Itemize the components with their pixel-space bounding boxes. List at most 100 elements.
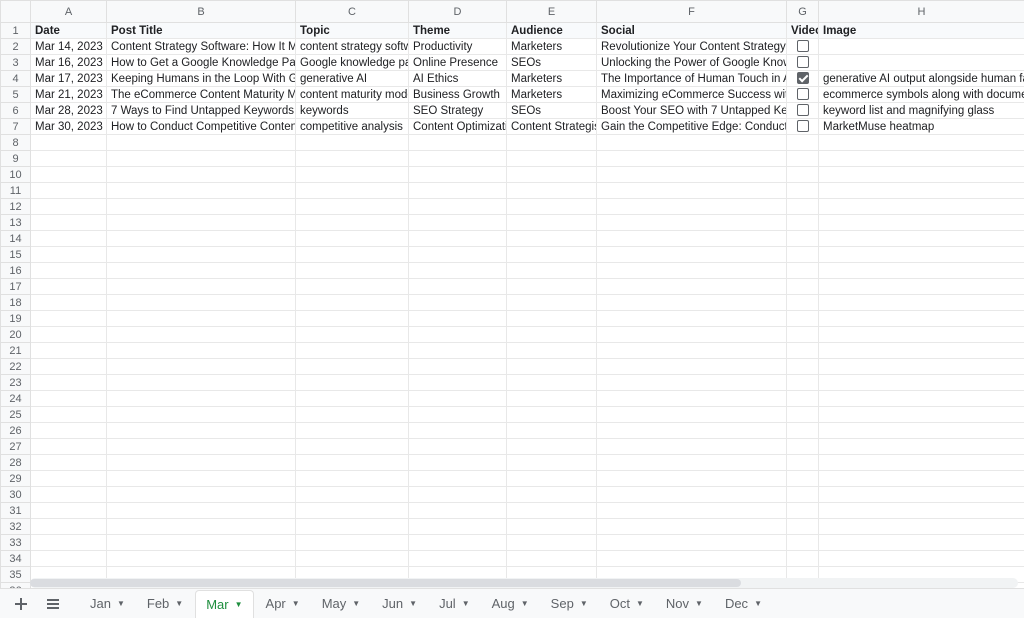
empty-cell[interactable] bbox=[296, 247, 409, 263]
column-header-a[interactable]: A bbox=[31, 1, 107, 23]
empty-cell[interactable] bbox=[31, 151, 107, 167]
empty-cell[interactable] bbox=[819, 487, 1024, 503]
video-checkbox[interactable] bbox=[797, 120, 809, 132]
empty-cell[interactable] bbox=[409, 535, 507, 551]
cell-video[interactable] bbox=[787, 103, 819, 119]
empty-cell[interactable] bbox=[597, 455, 787, 471]
empty-cell[interactable] bbox=[31, 279, 107, 295]
empty-cell[interactable] bbox=[107, 535, 296, 551]
sheet-tab-nov[interactable]: Nov▼ bbox=[656, 590, 713, 618]
empty-cell[interactable] bbox=[597, 423, 787, 439]
empty-cell[interactable] bbox=[31, 167, 107, 183]
empty-cell[interactable] bbox=[819, 343, 1024, 359]
empty-cell[interactable] bbox=[296, 391, 409, 407]
header-cell-theme[interactable]: Theme bbox=[409, 23, 507, 39]
empty-cell[interactable] bbox=[597, 487, 787, 503]
row-number[interactable]: 23 bbox=[1, 375, 31, 391]
empty-cell[interactable] bbox=[787, 231, 819, 247]
empty-cell[interactable] bbox=[409, 311, 507, 327]
empty-cell[interactable] bbox=[787, 375, 819, 391]
cell-audience[interactable]: Marketers bbox=[507, 39, 597, 55]
row-number[interactable]: 18 bbox=[1, 295, 31, 311]
empty-cell[interactable] bbox=[409, 391, 507, 407]
empty-cell[interactable] bbox=[819, 359, 1024, 375]
row-number[interactable]: 17 bbox=[1, 279, 31, 295]
header-cell-topic[interactable]: Topic bbox=[296, 23, 409, 39]
empty-cell[interactable] bbox=[296, 375, 409, 391]
empty-cell[interactable] bbox=[409, 519, 507, 535]
cell-post-title[interactable]: How to Conduct Competitive Content Anal bbox=[107, 119, 296, 135]
cell-topic[interactable]: generative AI bbox=[296, 71, 409, 87]
empty-cell[interactable] bbox=[296, 295, 409, 311]
empty-cell[interactable] bbox=[597, 439, 787, 455]
cell-audience[interactable]: Content Strategists bbox=[507, 119, 597, 135]
empty-cell[interactable] bbox=[296, 183, 409, 199]
row-number[interactable]: 27 bbox=[1, 439, 31, 455]
empty-cell[interactable] bbox=[507, 215, 597, 231]
row-number[interactable]: 34 bbox=[1, 551, 31, 567]
row-number[interactable]: 19 bbox=[1, 311, 31, 327]
row-number[interactable]: 3 bbox=[1, 55, 31, 71]
video-checkbox[interactable] bbox=[797, 104, 809, 116]
empty-cell[interactable] bbox=[107, 295, 296, 311]
cell-audience[interactable]: Marketers bbox=[507, 71, 597, 87]
header-cell-audience[interactable]: Audience bbox=[507, 23, 597, 39]
cell-post-title[interactable]: Content Strategy Software: How It Makes … bbox=[107, 39, 296, 55]
empty-cell[interactable] bbox=[787, 551, 819, 567]
empty-cell[interactable] bbox=[409, 503, 507, 519]
empty-cell[interactable] bbox=[507, 183, 597, 199]
chevron-down-icon[interactable]: ▼ bbox=[175, 599, 183, 608]
cell-post-title[interactable]: The eCommerce Content Maturity Model bbox=[107, 87, 296, 103]
empty-cell[interactable] bbox=[597, 311, 787, 327]
empty-cell[interactable] bbox=[296, 199, 409, 215]
empty-cell[interactable] bbox=[787, 295, 819, 311]
cell-date[interactable]: Mar 14, 2023 bbox=[31, 39, 107, 55]
empty-cell[interactable] bbox=[107, 247, 296, 263]
empty-cell[interactable] bbox=[507, 503, 597, 519]
column-header-f[interactable]: F bbox=[597, 1, 787, 23]
empty-cell[interactable] bbox=[107, 151, 296, 167]
empty-cell[interactable] bbox=[31, 327, 107, 343]
cell-post-title[interactable]: How to Get a Google Knowledge Panel bbox=[107, 55, 296, 71]
cell-image[interactable]: generative AI output alongside human fac… bbox=[819, 71, 1024, 87]
empty-cell[interactable] bbox=[409, 375, 507, 391]
row-number[interactable]: 4 bbox=[1, 71, 31, 87]
empty-cell[interactable] bbox=[597, 359, 787, 375]
sheet-tab-oct[interactable]: Oct▼ bbox=[600, 590, 654, 618]
row-number[interactable]: 9 bbox=[1, 151, 31, 167]
empty-cell[interactable] bbox=[597, 343, 787, 359]
row-number[interactable]: 6 bbox=[1, 103, 31, 119]
cell-social[interactable]: Unlocking the Power of Google Knowledge bbox=[597, 55, 787, 71]
column-header-c[interactable]: C bbox=[296, 1, 409, 23]
cell-post-title[interactable]: Keeping Humans in the Loop With Genera bbox=[107, 71, 296, 87]
empty-cell[interactable] bbox=[819, 167, 1024, 183]
row-number[interactable]: 2 bbox=[1, 39, 31, 55]
empty-cell[interactable] bbox=[409, 455, 507, 471]
empty-cell[interactable] bbox=[107, 471, 296, 487]
empty-cell[interactable] bbox=[507, 407, 597, 423]
cell-theme[interactable]: Online Presence bbox=[409, 55, 507, 71]
empty-cell[interactable] bbox=[107, 423, 296, 439]
column-header-b[interactable]: B bbox=[107, 1, 296, 23]
row-number[interactable]: 5 bbox=[1, 87, 31, 103]
cell-post-title[interactable]: 7 Ways to Find Untapped Keywords bbox=[107, 103, 296, 119]
empty-cell[interactable] bbox=[409, 359, 507, 375]
empty-cell[interactable] bbox=[107, 455, 296, 471]
empty-cell[interactable] bbox=[597, 151, 787, 167]
video-checkbox[interactable] bbox=[797, 72, 809, 84]
empty-cell[interactable] bbox=[409, 423, 507, 439]
empty-cell[interactable] bbox=[107, 327, 296, 343]
empty-cell[interactable] bbox=[296, 231, 409, 247]
empty-cell[interactable] bbox=[597, 279, 787, 295]
empty-cell[interactable] bbox=[507, 295, 597, 311]
empty-cell[interactable] bbox=[787, 471, 819, 487]
empty-cell[interactable] bbox=[597, 391, 787, 407]
empty-cell[interactable] bbox=[296, 423, 409, 439]
empty-cell[interactable] bbox=[819, 263, 1024, 279]
empty-cell[interactable] bbox=[819, 327, 1024, 343]
cell-topic[interactable]: Google knowledge panel bbox=[296, 55, 409, 71]
spreadsheet-grid[interactable]: ABCDEFGH 1DatePost TitleTopicThemeAudien… bbox=[0, 0, 1024, 615]
row-number[interactable]: 30 bbox=[1, 487, 31, 503]
empty-cell[interactable] bbox=[296, 215, 409, 231]
empty-cell[interactable] bbox=[597, 471, 787, 487]
